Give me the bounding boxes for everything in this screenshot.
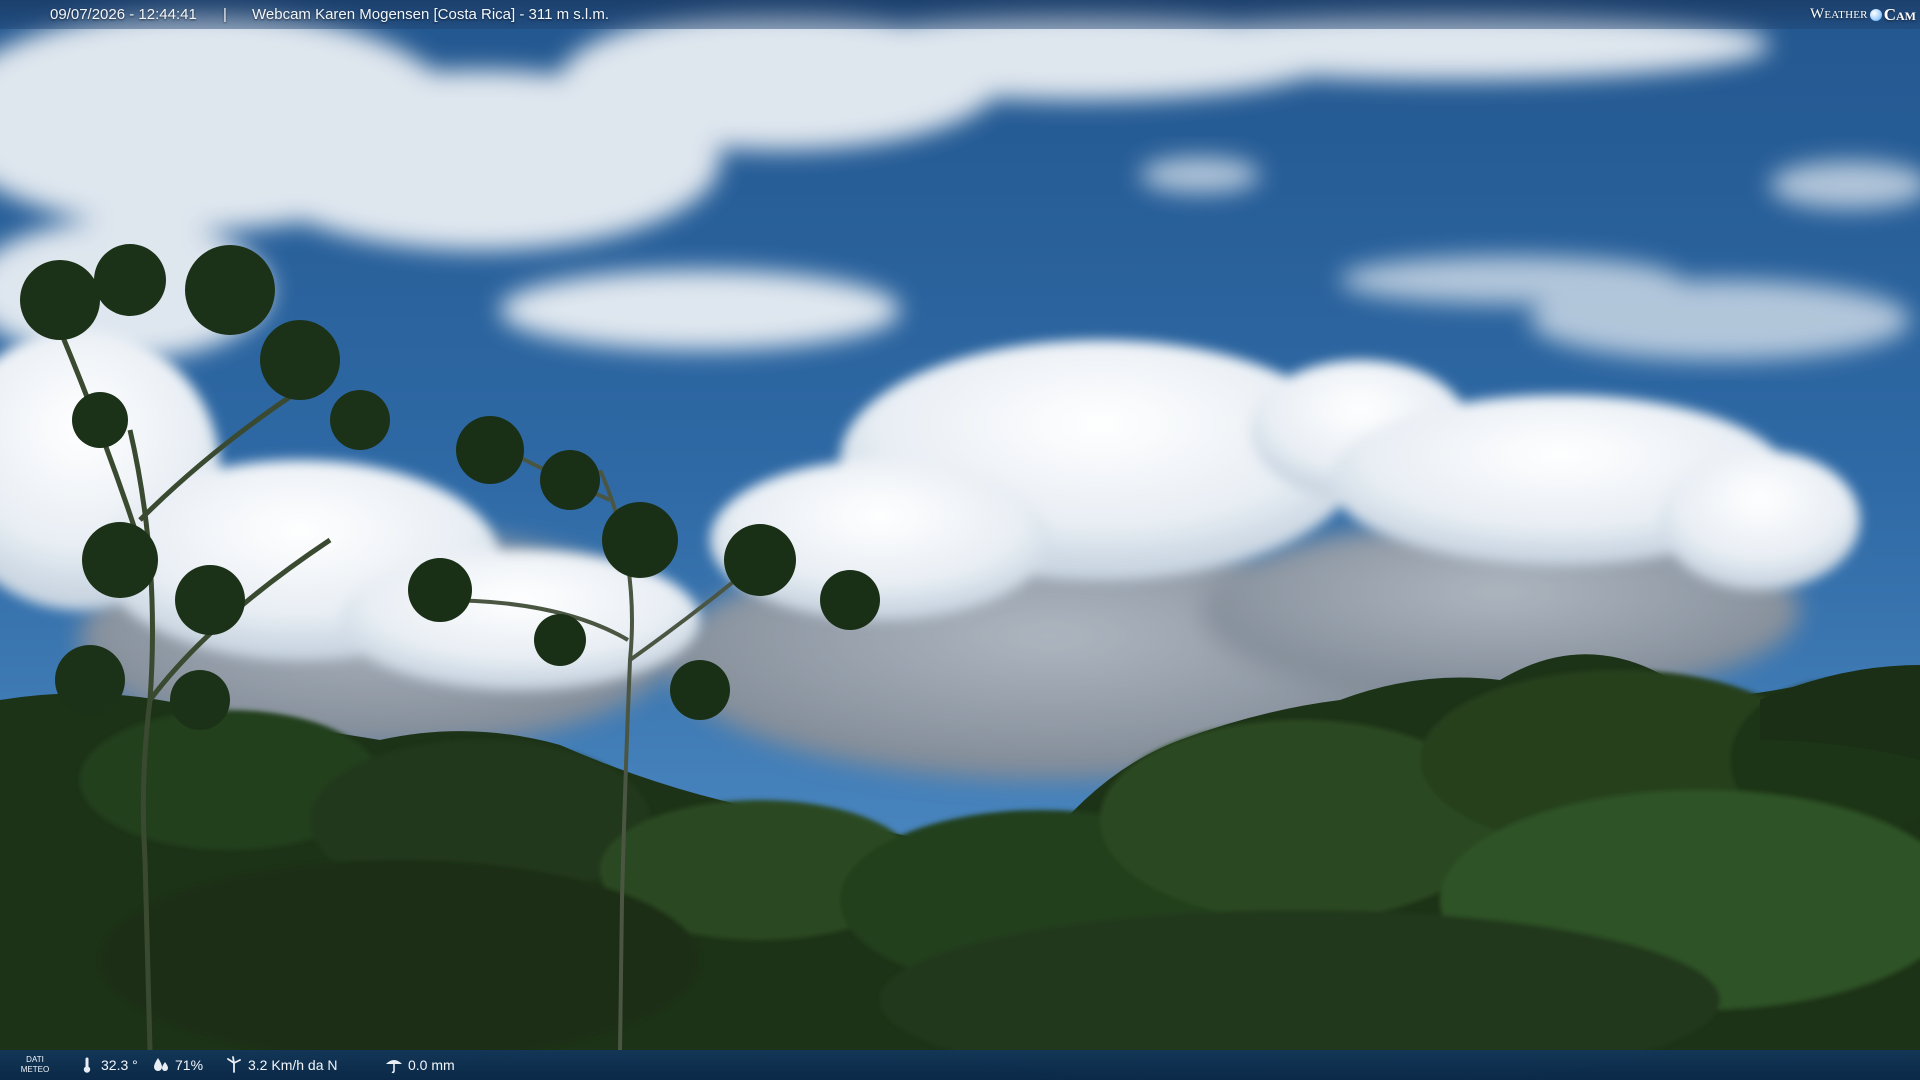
top-info-bar: 09/07/2026 - 12:44:41 | Webcam Karen Mog… <box>0 0 1920 29</box>
logo-cam: Cam <box>1883 5 1916 24</box>
webcam-image <box>0 0 1920 1080</box>
thermometer-icon <box>78 1056 96 1074</box>
logo-word: Weather <box>1809 6 1868 22</box>
logo-globe-icon <box>1869 8 1882 21</box>
meteo-bar: DATI METEO 32.3 ° 71% 3.2 Km/h da N 0.0 … <box>0 1050 1920 1080</box>
separator: | <box>223 6 227 23</box>
humidity-reading: 71% <box>152 1050 203 1080</box>
temperature-reading: 32.3 ° <box>78 1050 138 1080</box>
meteo-label: DATI METEO <box>20 1050 50 1080</box>
rain-reading: 0.0 mm <box>385 1050 455 1080</box>
humidity-value: 71% <box>175 1057 204 1073</box>
timestamp: 09/07/2026 - 12:44:41 <box>50 6 197 23</box>
meteo-label-line1: DATI <box>26 1055 44 1064</box>
temperature-value: 32.3 ° <box>101 1057 138 1073</box>
humidity-icon <box>152 1056 170 1074</box>
weathercam-logo: Weather Cam <box>1810 2 1916 27</box>
wind-icon <box>225 1056 243 1074</box>
meteo-label-line2: METEO <box>20 1065 50 1074</box>
camera-name: Webcam Karen Mogensen [Costa Rica] - 311… <box>252 6 610 23</box>
rain-gauge-icon <box>385 1056 403 1074</box>
rain-value: 0.0 mm <box>408 1057 455 1073</box>
wind-reading: 3.2 Km/h da N <box>225 1050 338 1080</box>
wind-value: 3.2 Km/h da N <box>248 1057 338 1073</box>
